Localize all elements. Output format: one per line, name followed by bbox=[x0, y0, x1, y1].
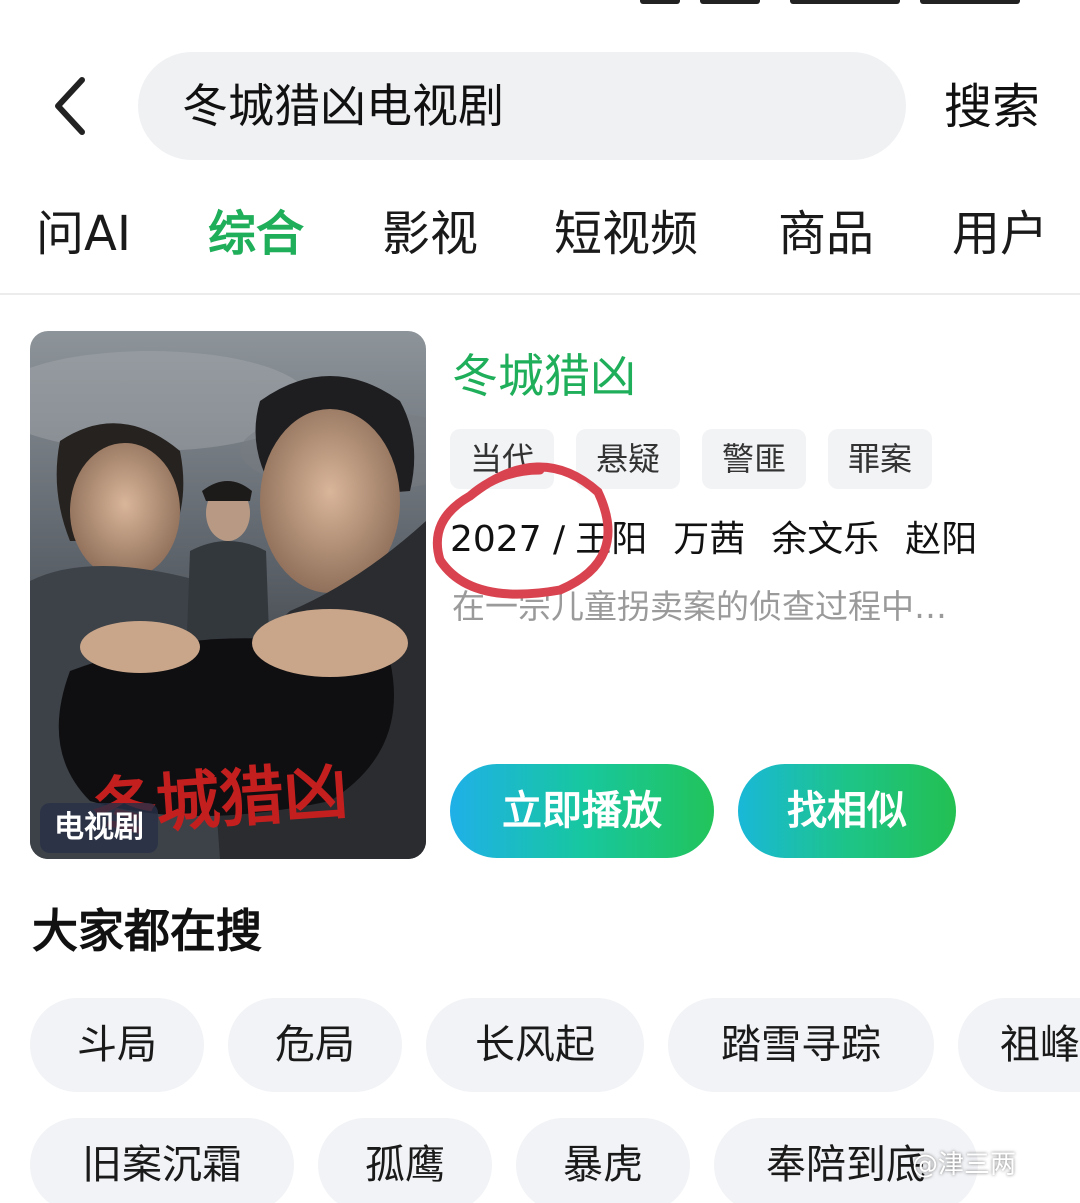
poster-artwork: 冬城猎凶 bbox=[30, 331, 426, 859]
hot-search-chip[interactable]: 旧案沉霜 bbox=[30, 1118, 294, 1203]
genre-tag[interactable]: 悬疑 bbox=[576, 429, 681, 489]
tab-users[interactable]: 用户 bbox=[952, 202, 1048, 266]
hot-search-chip[interactable]: 暴虎 bbox=[516, 1118, 690, 1203]
hot-search-chip[interactable]: 祖峰 bbox=[958, 998, 1080, 1092]
hot-search-title: 大家都在搜 bbox=[32, 904, 262, 958]
result-title[interactable]: 冬城猎凶 bbox=[452, 346, 636, 406]
type-badge: 电视剧 bbox=[40, 803, 158, 853]
poster-image[interactable]: 冬城猎凶 电视剧 bbox=[30, 331, 426, 859]
tab-film-tv[interactable]: 影视 bbox=[382, 202, 478, 266]
tab-short-video[interactable]: 短视频 bbox=[554, 202, 698, 266]
hot-search-chip[interactable]: 踏雪寻踪 bbox=[668, 998, 934, 1092]
search-input[interactable]: 冬城猎凶电视剧 bbox=[138, 52, 906, 160]
description: 在一宗儿童拐卖案的侦查过程中… bbox=[452, 587, 947, 626]
genre-tag[interactable]: 当代 bbox=[450, 429, 555, 489]
genre-tag[interactable]: 警匪 bbox=[702, 429, 807, 489]
hot-search-chip[interactable]: 斗局 bbox=[30, 998, 204, 1092]
tab-divider bbox=[0, 293, 1080, 295]
status-bar-fragment bbox=[0, 0, 1080, 8]
chevron-left-icon bbox=[55, 77, 85, 135]
cast-member: 赵阳 bbox=[905, 519, 978, 560]
search-button[interactable]: 搜索 bbox=[944, 76, 1040, 138]
release-year: 2027 / bbox=[450, 519, 566, 560]
meta-line: 2027 /王阳 万茜 余文乐 赵阳 bbox=[450, 516, 1003, 564]
back-button[interactable] bbox=[40, 70, 110, 140]
hot-search-chip[interactable]: 孤鹰 bbox=[318, 1118, 492, 1203]
tab-products[interactable]: 商品 bbox=[778, 202, 874, 266]
play-now-button[interactable]: 立即播放 bbox=[450, 764, 714, 858]
hot-search-chip[interactable]: 危局 bbox=[228, 998, 402, 1092]
genre-tag[interactable]: 罪案 bbox=[828, 429, 933, 489]
tab-comprehensive[interactable]: 综合 bbox=[208, 202, 304, 266]
watermark: @津三两 bbox=[912, 1150, 1017, 1180]
find-similar-button[interactable]: 找相似 bbox=[738, 764, 956, 858]
cast-member: 万茜 bbox=[673, 519, 746, 560]
cast-member: 王阳 bbox=[575, 519, 648, 560]
cast-member: 余文乐 bbox=[771, 519, 880, 560]
tab-ask-ai[interactable]: 问AI bbox=[36, 202, 131, 266]
hot-search-chip[interactable]: 长风起 bbox=[426, 998, 644, 1092]
search-query: 冬城猎凶电视剧 bbox=[182, 79, 504, 133]
